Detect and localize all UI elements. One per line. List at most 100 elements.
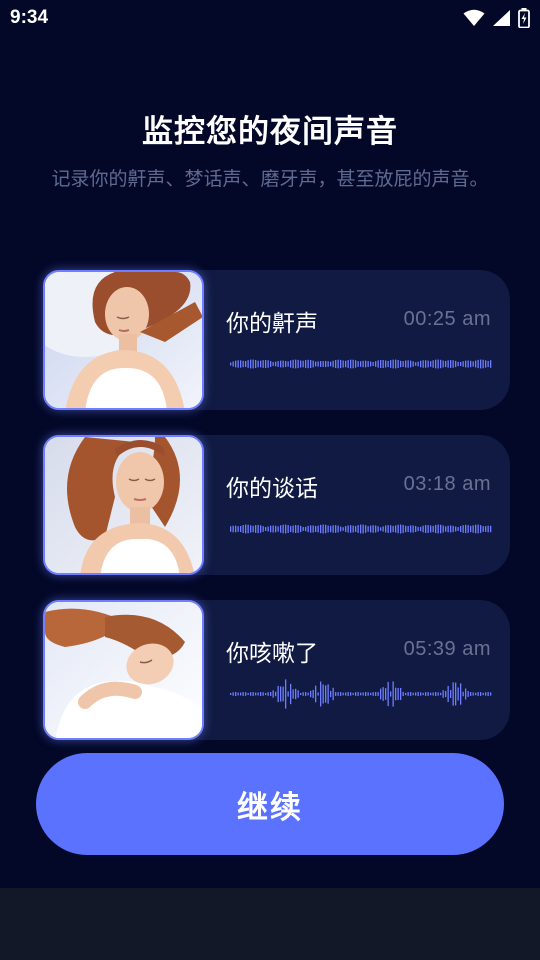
waveform-bar <box>240 360 242 368</box>
waveform-bar <box>270 361 272 367</box>
waveform-bar <box>400 524 402 534</box>
waveform-bar <box>482 692 484 696</box>
waveform-bar <box>395 687 397 701</box>
waveform-bar <box>290 360 292 368</box>
waveform-bar <box>390 525 392 533</box>
waveform-bar <box>370 361 372 367</box>
waveform-bar <box>432 360 434 368</box>
recording-card-snore[interactable]: 你的鼾声 00:25 am <box>43 270 510 410</box>
waveform-bar <box>415 526 417 532</box>
waveform-bar <box>287 361 289 367</box>
waveform-bar <box>285 679 287 709</box>
waveform-bar <box>437 359 439 369</box>
waveform-bar <box>437 692 439 696</box>
waveform-bar <box>232 692 234 696</box>
waveform-bar <box>420 526 422 532</box>
waveform-bar <box>357 361 359 367</box>
waveform-bar <box>480 359 482 369</box>
waveform-bar <box>490 360 492 368</box>
waveform-bar <box>422 525 424 533</box>
waveform-bar <box>485 360 487 368</box>
waveform-bar <box>315 685 317 703</box>
waveform-bar <box>307 525 309 533</box>
audio-waveform <box>230 679 492 709</box>
recording-card-talk[interactable]: 你的谈话 03:18 am <box>43 435 510 575</box>
waveform-bar <box>427 692 429 696</box>
recording-card-cough[interactable]: 你咳嗽了 05:39 am <box>43 600 510 740</box>
waveform-bar <box>457 527 459 531</box>
waveform-bar <box>285 524 287 534</box>
waveform-bar <box>347 692 349 696</box>
waveform-bar <box>370 525 372 533</box>
waveform-bar <box>447 360 449 368</box>
waveform-bar <box>277 685 279 703</box>
waveform-bar <box>407 360 409 368</box>
waveform-bar <box>442 690 444 698</box>
cellular-signal-icon <box>492 9 511 27</box>
waveform-bar <box>252 359 254 369</box>
waveform-bar <box>462 525 464 533</box>
waveform-bar <box>340 692 342 696</box>
waveform-bar <box>327 525 329 533</box>
waveform-bar <box>255 359 257 369</box>
waveform-bar <box>472 361 474 367</box>
waveform-bar <box>360 524 362 534</box>
waveform-bar <box>377 526 379 532</box>
waveform-bar <box>282 360 284 368</box>
waveform-bar <box>380 359 382 369</box>
waveform-bar <box>387 525 389 533</box>
card-label: 你的鼾声 <box>226 311 318 337</box>
waveform-bar <box>345 360 347 368</box>
card-time: 05:39 am <box>403 638 491 660</box>
waveform-bar <box>240 692 242 696</box>
waveform-bar <box>415 692 417 696</box>
waveform-bar <box>440 524 442 534</box>
card-label: 你的谈话 <box>226 476 318 502</box>
waveform-bar <box>352 692 354 696</box>
waveform-bar <box>290 525 292 533</box>
waveform-bar <box>447 525 449 533</box>
waveform-bar <box>252 525 254 533</box>
waveform-bar <box>472 692 474 696</box>
waveform-bar <box>382 687 384 701</box>
waveform-bar <box>465 524 467 534</box>
waveform-bar <box>487 525 489 533</box>
waveform-bar <box>312 689 314 699</box>
waveform-bar <box>347 360 349 368</box>
waveform-bar <box>460 526 462 532</box>
sleeping-woman-photo <box>43 600 204 740</box>
waveform-bar <box>305 526 307 532</box>
waveform-bar <box>460 361 462 367</box>
waveform-bar <box>417 692 419 696</box>
page-subtitle: 记录你的鼾声、梦话声、磨牙声，甚至放屁的声音。 <box>51 168 489 190</box>
waveform-bar <box>327 361 329 367</box>
waveform-bar <box>402 691 404 697</box>
waveform-bar <box>450 525 452 533</box>
waveform-bar <box>277 361 279 367</box>
waveform-bar <box>310 525 312 533</box>
waveform-bar <box>355 692 357 696</box>
continue-button[interactable]: 继续 <box>36 753 504 855</box>
waveform-bar <box>382 526 384 532</box>
waveform-bar <box>342 692 344 696</box>
waveform-bar <box>392 359 394 369</box>
waveform-bar <box>452 525 454 533</box>
waveform-bar <box>375 361 377 367</box>
waveform-bar <box>377 360 379 368</box>
waveform-bar <box>270 525 272 533</box>
waveform-bar <box>490 525 492 533</box>
waveform-bar <box>430 692 432 696</box>
waveform-bar <box>392 681 394 707</box>
waveform-bar <box>357 525 359 533</box>
waveform-bar <box>452 360 454 368</box>
waveform-bar <box>325 685 327 703</box>
waveform-bar <box>420 692 422 696</box>
waveform-bar <box>272 690 274 698</box>
waveform-bar <box>390 360 392 368</box>
waveform-bar <box>455 682 457 706</box>
waveform-bar <box>430 525 432 533</box>
waveform-bar <box>485 692 487 696</box>
waveform-bar <box>480 525 482 533</box>
waveform-bar <box>445 360 447 368</box>
waveform-bar <box>425 525 427 533</box>
